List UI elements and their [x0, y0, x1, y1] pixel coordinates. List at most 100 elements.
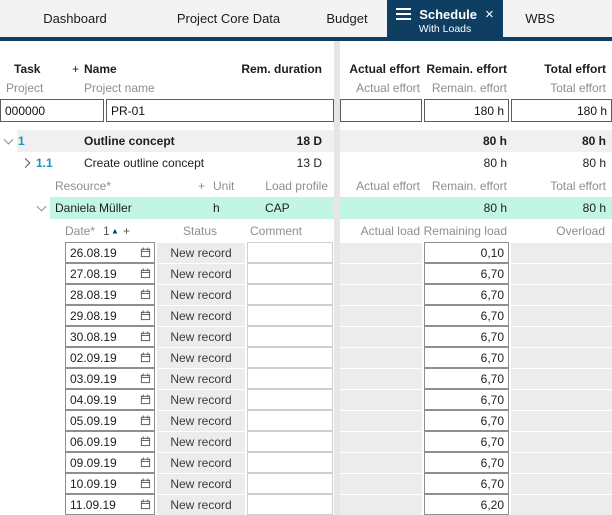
date-cell[interactable]: 11.09.19 [65, 494, 155, 515]
tab-wbs[interactable]: WBS [503, 0, 577, 37]
calendar-icon[interactable] [140, 436, 151, 447]
menu-icon[interactable] [396, 8, 411, 20]
remaining-load-cell[interactable]: 6,70 [424, 473, 509, 494]
tab-project-core-data[interactable]: Project Core Data [150, 0, 307, 37]
comment-cell[interactable] [247, 263, 333, 284]
calendar-icon[interactable] [140, 331, 151, 342]
date-cell[interactable]: 09.09.19 [65, 452, 155, 473]
remaining-load-cell[interactable]: 6,70 [424, 284, 509, 305]
sort-ascending-icon[interactable]: ▲ [111, 226, 119, 235]
row-indent [0, 494, 65, 515]
load-row: 27.08.19 New record 6,70 [0, 263, 612, 284]
comment-cell[interactable] [247, 242, 333, 263]
load-row: 28.08.19 New record 6,70 [0, 284, 612, 305]
col-comment: Comment [250, 224, 302, 238]
comment-cell[interactable] [247, 494, 333, 515]
calendar-icon[interactable] [140, 499, 151, 510]
comment-cell[interactable] [247, 389, 333, 410]
collapse-chevron-icon[interactable] [4, 135, 14, 145]
remaining-load-cell[interactable]: 6,20 [424, 494, 509, 515]
col-project: Project [6, 81, 43, 95]
comment-cell[interactable] [247, 431, 333, 452]
remaining-load-cell[interactable]: 6,70 [424, 326, 509, 347]
col-remain-effort: Remain. effort [432, 81, 507, 95]
calendar-icon[interactable] [140, 457, 151, 468]
task-remaining-effort: 80 h [483, 134, 507, 148]
date-cell[interactable]: 05.09.19 [65, 410, 155, 431]
tab-label: Budget [326, 11, 367, 26]
tab-schedule[interactable]: Schedule × With Loads [387, 0, 503, 41]
comment-cell[interactable] [247, 368, 333, 389]
remaining-load-cell[interactable]: 6,70 [424, 452, 509, 473]
add-load-row-button[interactable]: + [123, 224, 130, 238]
calendar-icon[interactable] [140, 352, 151, 363]
calendar-icon[interactable] [140, 373, 151, 384]
task-row-1: 1 Outline concept 18 D 80 h 80 h [0, 130, 612, 152]
tab-sublabel: With Loads [419, 23, 472, 35]
calendar-icon[interactable] [140, 247, 151, 258]
calendar-icon[interactable] [140, 310, 151, 321]
load-row: 30.08.19 New record 6,70 [0, 326, 612, 347]
add-resource-button[interactable]: + [198, 179, 205, 193]
task-number[interactable]: 1.1 [36, 156, 53, 170]
calendar-icon[interactable] [140, 394, 151, 405]
remaining-load-cell[interactable]: 6,70 [424, 368, 509, 389]
close-icon[interactable]: × [485, 7, 494, 22]
remaining-load-cell[interactable]: 6,70 [424, 263, 509, 284]
tab-bar: Dashboard Project Core Data Budget Sched… [0, 0, 612, 37]
remaining-load-cell[interactable]: 6,70 [424, 389, 509, 410]
comment-cell[interactable] [247, 347, 333, 368]
actual-load-cell [340, 284, 422, 305]
overload-cell [511, 347, 612, 368]
date-cell[interactable]: 29.08.19 [65, 305, 155, 326]
tab-dashboard[interactable]: Dashboard [0, 0, 150, 37]
remaining-load-cell[interactable]: 6,70 [424, 347, 509, 368]
date-cell[interactable]: 28.08.19 [65, 284, 155, 305]
date-value: 04.09.19 [70, 393, 117, 407]
comment-cell[interactable] [247, 305, 333, 326]
comment-cell[interactable] [247, 473, 333, 494]
calendar-icon[interactable] [140, 289, 151, 300]
status-cell: New record [157, 326, 245, 347]
project-total-effort-field[interactable]: 180 h [511, 99, 612, 122]
task-number[interactable]: 1 [18, 134, 25, 148]
project-remaining-effort-field[interactable]: 180 h [424, 99, 509, 122]
date-cell[interactable]: 02.09.19 [65, 347, 155, 368]
section-divider [334, 41, 340, 515]
add-task-button[interactable]: + [72, 62, 79, 76]
col-load-profile: Load profile [265, 179, 328, 193]
date-cell[interactable]: 26.08.19 [65, 242, 155, 263]
tab-budget[interactable]: Budget [307, 0, 387, 37]
comment-cell[interactable] [247, 410, 333, 431]
remaining-load-cell[interactable]: 6,70 [424, 410, 509, 431]
calendar-icon[interactable] [140, 268, 151, 279]
task-remaining-effort: 80 h [484, 156, 507, 170]
remaining-load-cell[interactable]: 6,70 [424, 305, 509, 326]
comment-cell[interactable] [247, 452, 333, 473]
date-cell[interactable]: 27.08.19 [65, 263, 155, 284]
project-name-field[interactable]: PR-01 [106, 99, 334, 122]
date-cell[interactable]: 30.08.19 [65, 326, 155, 347]
date-cell[interactable]: 06.09.19 [65, 431, 155, 452]
calendar-icon[interactable] [140, 415, 151, 426]
overload-cell [511, 326, 612, 347]
comment-cell[interactable] [247, 326, 333, 347]
remaining-load-cell[interactable]: 0,10 [424, 242, 509, 263]
collapse-chevron-icon[interactable] [37, 202, 47, 212]
date-cell[interactable]: 03.09.19 [65, 368, 155, 389]
project-actual-effort-field[interactable] [340, 99, 422, 122]
resource-row-selected[interactable]: Daniela Müller h CAP 80 h 80 h [0, 197, 612, 219]
col-actual-effort: Actual effort [349, 62, 420, 76]
date-value: 05.09.19 [70, 414, 117, 428]
actual-load-cell [340, 431, 422, 452]
remaining-load-cell[interactable]: 6,70 [424, 431, 509, 452]
sort-order-number[interactable]: 1 [103, 224, 110, 238]
actual-load-cell [340, 305, 422, 326]
expand-chevron-icon[interactable] [21, 158, 31, 168]
comment-cell[interactable] [247, 284, 333, 305]
project-id-field[interactable]: 000000 [0, 99, 104, 122]
project-row: 000000 PR-01 180 h 180 h [0, 99, 612, 122]
date-cell[interactable]: 10.09.19 [65, 473, 155, 494]
date-cell[interactable]: 04.09.19 [65, 389, 155, 410]
calendar-icon[interactable] [140, 478, 151, 489]
